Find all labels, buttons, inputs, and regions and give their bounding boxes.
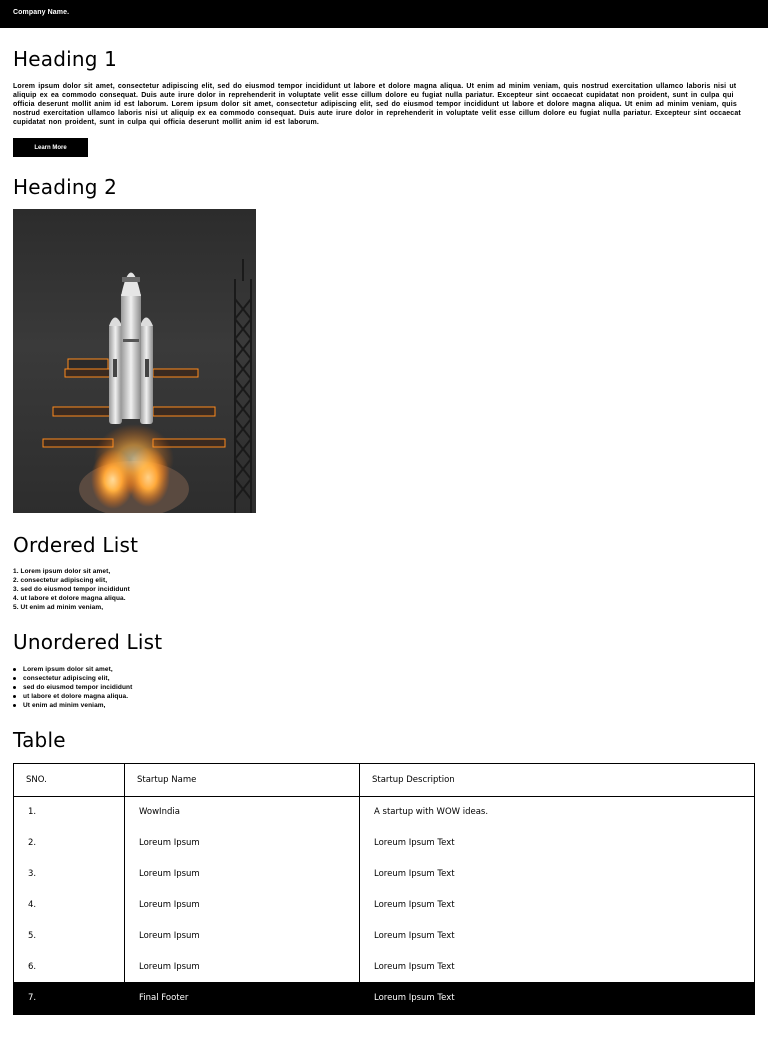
table-header-row: SNO. Startup Name Startup Description bbox=[13, 763, 755, 797]
list-item: 1. Lorem ipsum dolor sit amet, bbox=[13, 568, 111, 575]
table-row: 3. Loreum Ipsum Loreum Ipsum Text bbox=[13, 858, 755, 890]
cell-name: Loreum Ipsum bbox=[124, 889, 360, 921]
learn-more-button[interactable]: Learn More bbox=[13, 138, 88, 157]
cell-sno: 3. bbox=[13, 858, 125, 890]
table-footer-row: 7. Final Footer Loreum Ipsum Text bbox=[13, 982, 755, 1015]
cell-sno: 5. bbox=[13, 920, 125, 952]
list-item: Lorem ipsum dolor sit amet, bbox=[13, 665, 132, 674]
cell-sno: 2. bbox=[13, 827, 125, 859]
list-item: 5. Ut enim ad minim veniam, bbox=[13, 604, 104, 612]
cell-description: Loreum Ipsum Text bbox=[374, 869, 455, 880]
cell-description: A startup with WOW ideas. bbox=[374, 807, 489, 818]
column-header-name: Startup Name bbox=[124, 763, 360, 797]
cell-sno: 7. bbox=[13, 982, 125, 1015]
list-item: sed do eiusmod tempor incididunt bbox=[13, 683, 132, 692]
rocket-launch-image bbox=[13, 209, 256, 513]
intro-paragraph: Lorem ipsum dolor sit amet, consectetur … bbox=[13, 83, 741, 126]
cell-name: Loreum Ipsum bbox=[124, 827, 360, 859]
ordered-list-heading: Ordered List bbox=[13, 533, 139, 557]
cell-sno: 1. bbox=[13, 796, 125, 828]
cell-description: Loreum Ipsum Text bbox=[374, 931, 455, 941]
list-item: 3. sed do eiusmod tempor incididunt bbox=[13, 586, 130, 594]
list-item: 2. consectetur adipiscing elit, bbox=[13, 577, 108, 585]
startup-table: SNO. Startup Name Startup Description 1.… bbox=[13, 763, 755, 1016]
ordered-list: 1. Lorem ipsum dolor sit amet, 2. consec… bbox=[13, 567, 130, 612]
table-row: 4. Loreum Ipsum Loreum Ipsum Text bbox=[13, 889, 755, 921]
cell-name: Final Footer bbox=[124, 982, 360, 1015]
brand-name[interactable]: Company Name. bbox=[13, 9, 69, 16]
list-item: 4. ut labore et dolore magna aliqua. bbox=[13, 595, 126, 603]
unordered-list: Lorem ipsum dolor sit amet, consectetur … bbox=[13, 665, 132, 710]
top-navbar: Company Name. bbox=[0, 0, 768, 28]
cell-description: Loreum Ipsum Text bbox=[374, 838, 455, 849]
cell-sno: 4. bbox=[13, 889, 125, 921]
cell-sno: 6. bbox=[13, 951, 125, 983]
table-heading: Table bbox=[13, 728, 66, 752]
cell-description: Loreum Ipsum Text bbox=[359, 982, 755, 1015]
table-row: 1. WowIndia A startup with WOW ideas. bbox=[13, 796, 755, 828]
list-item: ut labore et dolore magna aliqua. bbox=[13, 692, 132, 701]
cell-name: Loreum Ipsum bbox=[124, 858, 360, 890]
list-item: Ut enim ad minim veniam, bbox=[13, 701, 132, 710]
heading-2: Heading 2 bbox=[13, 175, 118, 199]
table-row: 6. Loreum Ipsum Loreum Ipsum Text bbox=[13, 951, 755, 983]
column-header-description: Startup Description bbox=[359, 763, 755, 797]
cell-description: Loreum Ipsum Text bbox=[374, 961, 455, 972]
table-row: 2. Loreum Ipsum Loreum Ipsum Text bbox=[13, 827, 755, 859]
cell-name: WowIndia bbox=[124, 796, 360, 828]
heading-1: Heading 1 bbox=[13, 47, 118, 71]
list-item: consectetur adipiscing elit, bbox=[13, 674, 132, 683]
cell-name: Loreum Ipsum bbox=[124, 951, 360, 983]
table-row: 5. Loreum Ipsum Loreum Ipsum Text bbox=[13, 920, 755, 952]
cell-description: Loreum Ipsum Text bbox=[374, 900, 455, 911]
cell-name: Loreum Ipsum bbox=[124, 920, 360, 952]
unordered-list-heading: Unordered List bbox=[13, 630, 163, 654]
column-header-sno: SNO. bbox=[13, 763, 125, 797]
